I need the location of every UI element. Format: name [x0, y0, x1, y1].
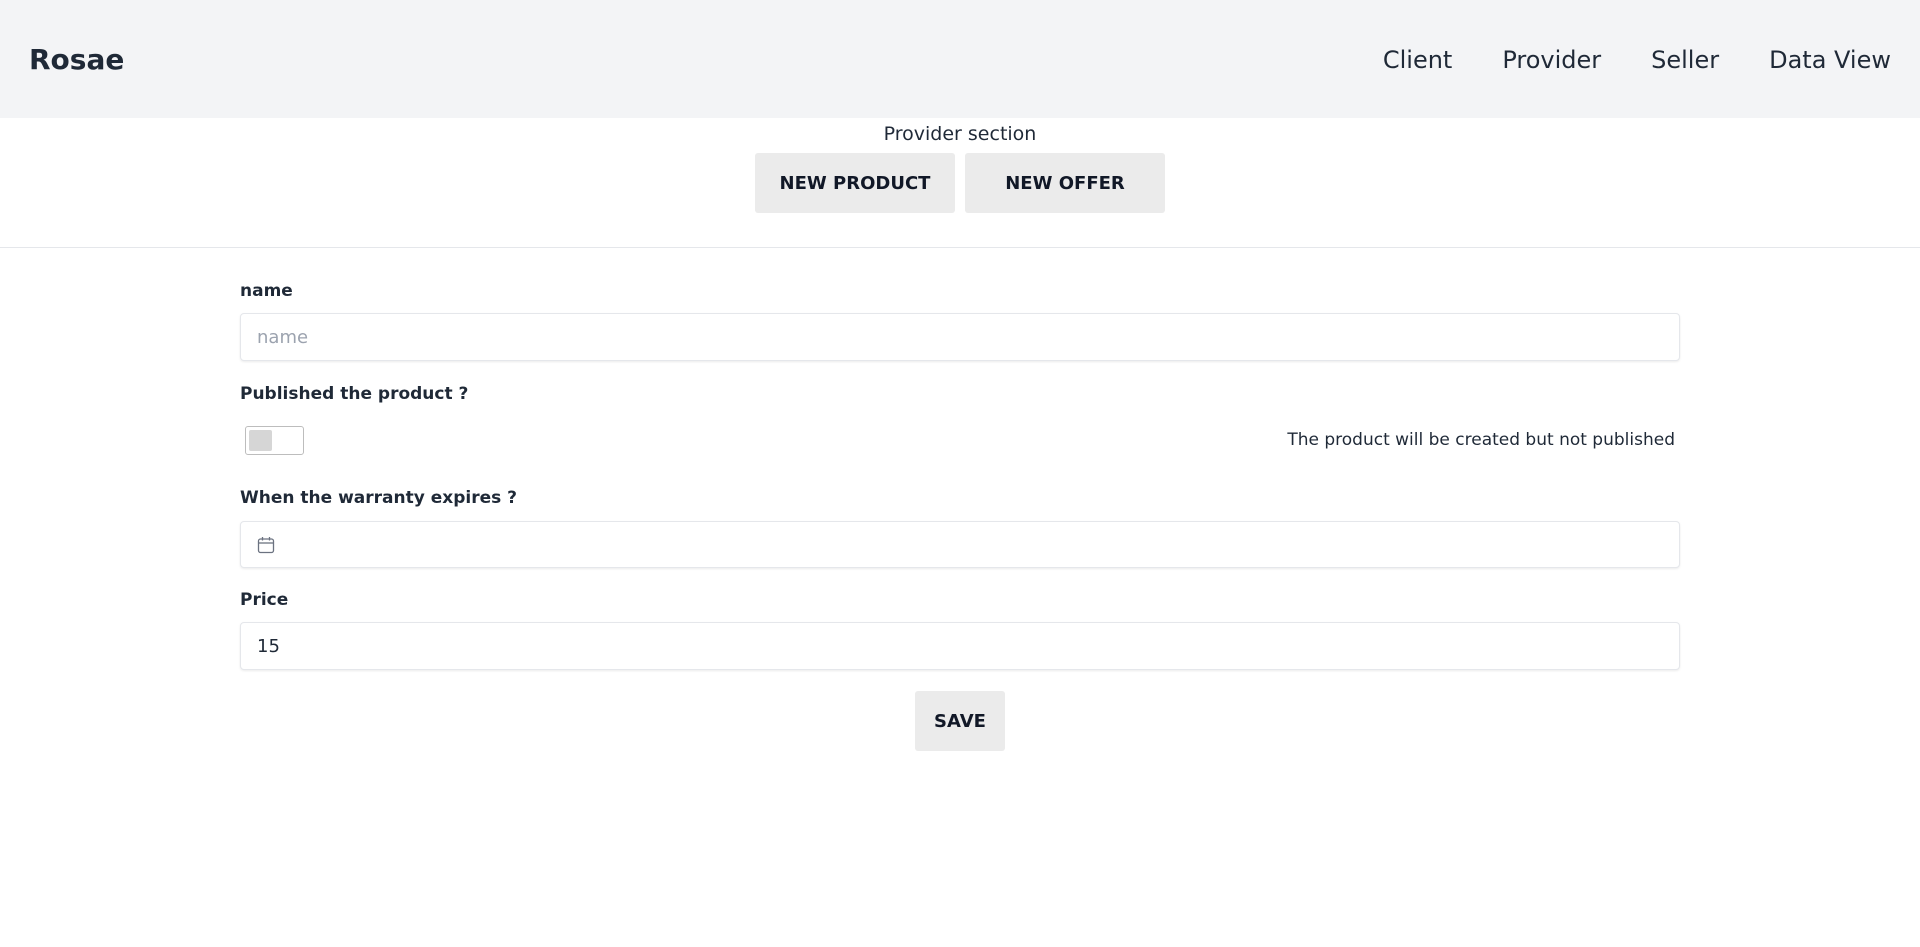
- nav-links: Client Provider Seller Data View: [1383, 42, 1891, 78]
- save-button[interactable]: SAVE: [915, 691, 1005, 751]
- calendar-icon: [257, 537, 275, 554]
- name-label: name: [240, 281, 293, 301]
- published-label: Published the product ?: [240, 384, 469, 404]
- nav-link-data-view[interactable]: Data View: [1769, 42, 1891, 78]
- navbar: Rosae Client Provider Seller Data View: [0, 0, 1920, 118]
- published-toggle[interactable]: [245, 426, 304, 455]
- price-label: Price: [240, 590, 289, 610]
- name-input[interactable]: [240, 313, 1680, 361]
- published-hint: The product will be created but not publ…: [1287, 430, 1675, 450]
- price-input[interactable]: [240, 622, 1680, 670]
- divider: [0, 247, 1920, 248]
- brand-logo[interactable]: Rosae: [29, 42, 124, 78]
- toggle-knob: [249, 430, 272, 451]
- save-wrap: SAVE: [915, 691, 1005, 751]
- section-buttons: NEW PRODUCT NEW OFFER: [755, 153, 1165, 213]
- warranty-label: When the warranty expires ?: [240, 488, 518, 508]
- new-offer-button[interactable]: NEW OFFER: [965, 153, 1165, 213]
- nav-link-seller[interactable]: Seller: [1651, 42, 1719, 78]
- warranty-date-field[interactable]: [240, 521, 1680, 568]
- section-title: Provider section: [883, 123, 1037, 145]
- nav-link-provider[interactable]: Provider: [1502, 42, 1601, 78]
- new-product-button[interactable]: NEW PRODUCT: [755, 153, 955, 213]
- nav-link-client[interactable]: Client: [1383, 42, 1452, 78]
